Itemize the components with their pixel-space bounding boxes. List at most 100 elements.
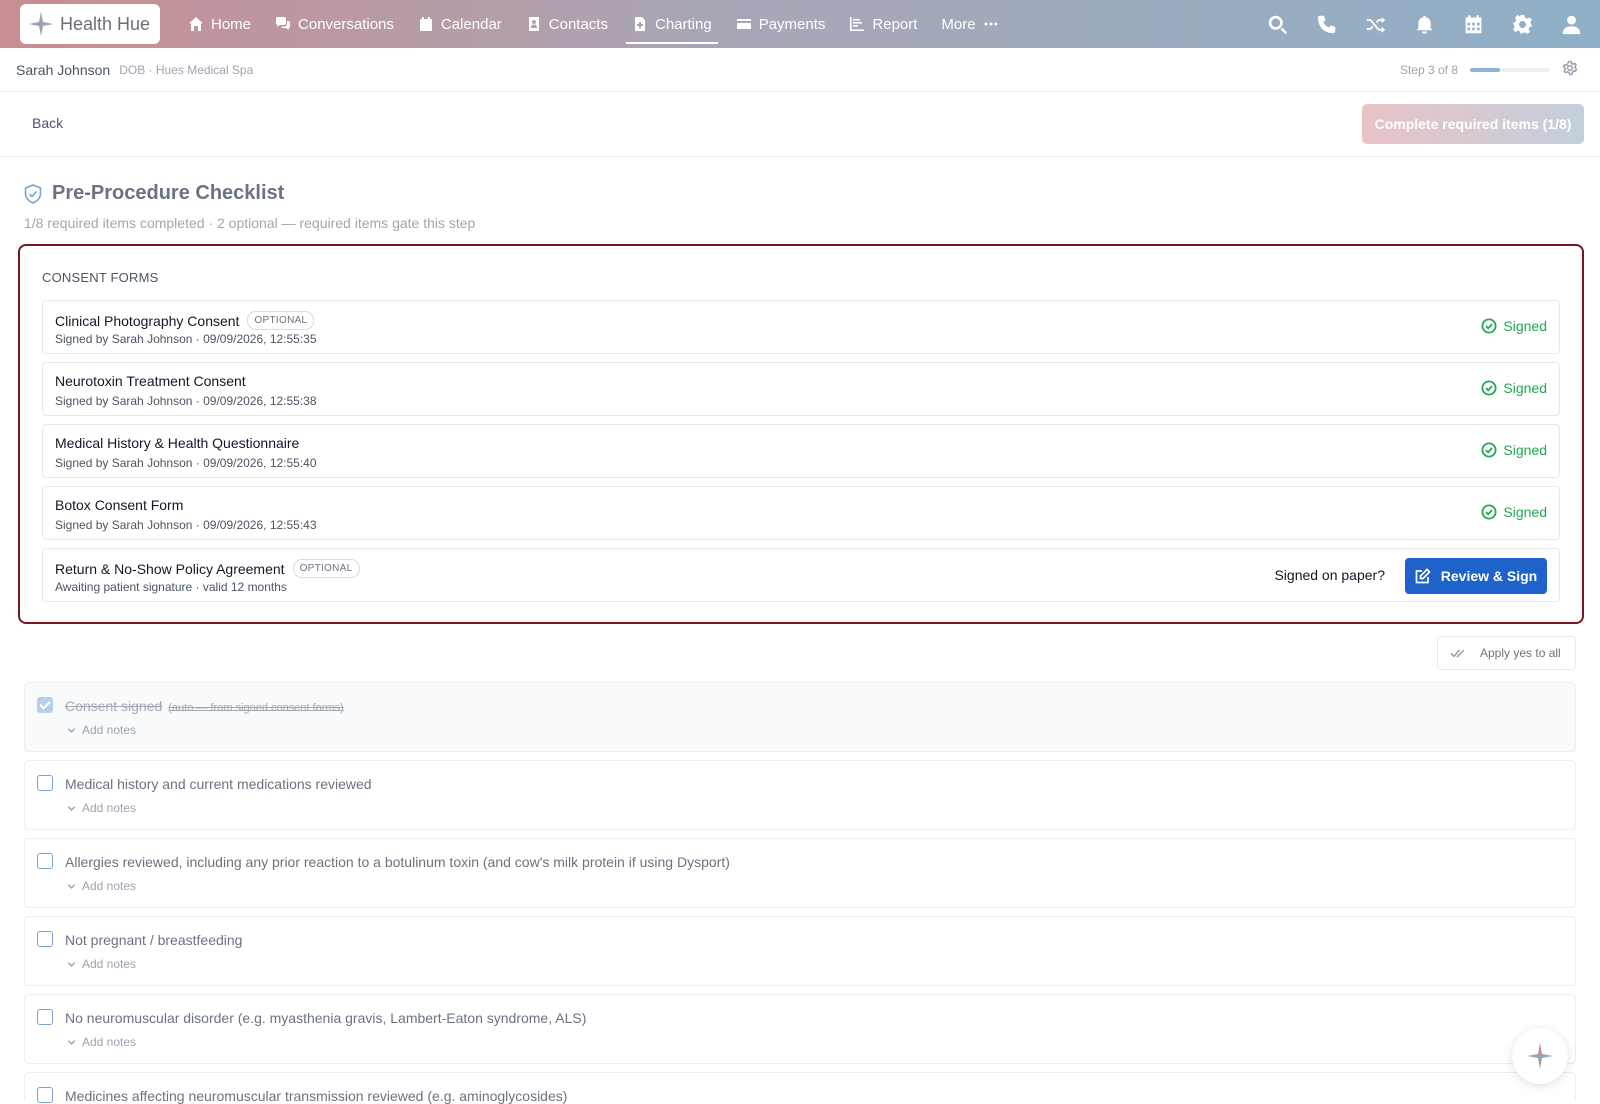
consent-form-title: Return & No-Show Policy Agreement: [55, 560, 285, 577]
consent-form-row[interactable]: Neurotoxin Treatment Consent Signed by S…: [42, 362, 1560, 416]
nav-calendar[interactable]: Calendar: [406, 0, 514, 48]
checklist-item: No neuromuscular disorder (e.g. myasthen…: [24, 994, 1576, 1064]
consent-form-row[interactable]: Botox Consent Form Signed by Sarah Johns…: [42, 486, 1560, 540]
add-notes-label: Add notes: [82, 1035, 137, 1049]
chat-icon: [276, 17, 291, 30]
step-progress-fill: [1470, 68, 1500, 72]
signed-status: Signed: [1481, 504, 1547, 520]
nav-contacts[interactable]: Contacts: [514, 0, 620, 48]
patient-name: Sarah Johnson: [16, 61, 111, 78]
patient-bar: Sarah Johnson DOB · Hues Medical Spa Ste…: [0, 48, 1600, 92]
consent-form-row[interactable]: Clinical Photography Consent OPTIONAL Sig…: [42, 300, 1560, 354]
checklist-item-label: Medicines affecting neuromuscular transm…: [65, 1088, 568, 1104]
chevron-down-icon: [67, 805, 76, 811]
checklist-checkbox[interactable]: [37, 931, 53, 947]
nav-more-label: More: [941, 15, 976, 33]
complete-required-button[interactable]: Complete required items (1/8): [1362, 104, 1584, 144]
assistant-fab[interactable]: [1512, 1028, 1568, 1084]
chart-icon: [850, 17, 865, 31]
double-check-icon: [1450, 649, 1465, 658]
signed-label: Signed: [1503, 380, 1547, 396]
brand-logo[interactable]: Health Hue: [20, 4, 160, 44]
calendar-icon: [419, 17, 432, 31]
optional-badge: OPTIONAL: [292, 559, 360, 578]
shield-check-icon: [24, 183, 42, 204]
nav-home[interactable]: Home: [176, 0, 263, 48]
card-icon: [736, 19, 751, 29]
step-progress-bar: [1470, 68, 1550, 72]
apply-yes-to-all-button[interactable]: Apply yes to all: [1437, 636, 1576, 670]
nav-conversations[interactable]: Conversations: [263, 0, 406, 48]
consent-form-subtext: Signed by Sarah Johnson · 09/09/2026, 12…: [55, 332, 317, 346]
contact-icon: [528, 17, 539, 31]
add-notes-label: Add notes: [82, 801, 137, 815]
settings-gear-icon: [1562, 60, 1578, 75]
nav-charting[interactable]: Charting: [620, 0, 724, 48]
add-notes-toggle[interactable]: Add notes: [67, 1035, 136, 1049]
checklist-checkbox[interactable]: [37, 1009, 53, 1025]
checklist-item-label: Consent signed: [65, 698, 163, 714]
add-notes-toggle[interactable]: Add notes: [67, 957, 136, 971]
checklist-item: Consent signed (auto — from signed consen…: [24, 682, 1576, 752]
consent-form-row[interactable]: Medical History & Health Questionnaire S…: [42, 424, 1560, 478]
apply-yes-to-all-label: Apply yes to all: [1480, 646, 1561, 660]
checklist-checkbox[interactable]: [37, 853, 53, 869]
consent-form-row[interactable]: Return & No-Show Policy Agreement OPTIONA…: [42, 548, 1560, 602]
gear-icon[interactable]: [1512, 14, 1533, 35]
nav-report[interactable]: Report: [837, 0, 929, 48]
more-icon: [984, 22, 998, 26]
phone-icon[interactable]: [1316, 14, 1337, 35]
consent-form-subtext: Signed by Sarah Johnson · 09/09/2026, 12…: [55, 394, 317, 408]
checklist-item: Not pregnant / breastfeeding Add notes: [24, 916, 1576, 986]
logo-mark-icon: [29, 12, 53, 36]
add-notes-toggle[interactable]: Add notes: [67, 801, 136, 815]
signed-status: Signed: [1481, 380, 1547, 396]
checklist-item: Medicines affecting neuromuscular transm…: [24, 1072, 1576, 1104]
nav-report-label: Report: [872, 15, 918, 33]
checklist-checkbox[interactable]: [37, 775, 53, 791]
back-button[interactable]: Back: [32, 115, 63, 131]
add-notes-label: Add notes: [82, 723, 137, 737]
page-title: Pre-Procedure Checklist: [52, 182, 285, 204]
checklist-item-label: Allergies reviewed, including any prior …: [65, 854, 730, 870]
nav-payments[interactable]: Payments: [724, 0, 838, 48]
home-icon: [189, 17, 203, 31]
step-indicator: Step 3 of 8: [1399, 63, 1458, 77]
user-icon[interactable]: [1561, 14, 1582, 35]
shuffle-icon[interactable]: [1365, 14, 1386, 35]
checklist-checkbox[interactable]: [37, 697, 53, 713]
consent-forms-heading: CONSENT FORMS: [42, 270, 159, 285]
consent-form-subtext: Awaiting patient signature · valid 12 mo…: [55, 580, 287, 594]
check-circle-icon: [1481, 380, 1497, 396]
add-notes-toggle[interactable]: Add notes: [67, 879, 136, 893]
checklist-item-note: (auto — from signed consent forms): [168, 702, 344, 714]
review-and-sign-label: Review & Sign: [1440, 568, 1538, 584]
nav-charting-label: Charting: [654, 15, 712, 33]
check-circle-icon: [1481, 504, 1497, 520]
add-notes-toggle[interactable]: Add notes: [67, 723, 136, 737]
signed-label: Signed: [1503, 504, 1547, 520]
search-icon[interactable]: [1267, 14, 1288, 35]
nav-home-label: Home: [211, 15, 252, 33]
checklist-item-label: No neuromuscular disorder (e.g. myasthen…: [65, 1010, 587, 1026]
consent-form-subtext: Signed by Sarah Johnson · 09/09/2026, 12…: [55, 518, 317, 532]
signed-status: Signed: [1481, 442, 1547, 458]
checklist-checkbox[interactable]: [37, 1087, 53, 1103]
checklist-title-row: Pre-Procedure Checklist: [24, 182, 284, 205]
checklist-item-label: Not pregnant / breastfeeding: [65, 932, 243, 948]
consent-form-subtext: Signed by Sarah Johnson · 09/09/2026, 12…: [55, 456, 317, 470]
calendar-grid-icon[interactable]: [1463, 14, 1484, 35]
consent-form-title: Neurotoxin Treatment Consent: [55, 373, 246, 389]
consent-forms-card: CONSENT FORMS Clinical Photography Conse…: [18, 244, 1584, 624]
review-and-sign-button[interactable]: Review & Sign: [1405, 558, 1547, 594]
sparkle-icon: [1527, 1043, 1553, 1069]
nav-more[interactable]: More: [929, 0, 1010, 48]
nav-contacts-label: Contacts: [548, 15, 608, 33]
add-notes-label: Add notes: [82, 879, 137, 893]
settings-small[interactable]: [1562, 60, 1578, 81]
nav-calendar-label: Calendar: [440, 15, 502, 33]
signed-on-paper-toggle[interactable]: Signed on paper?: [1274, 567, 1385, 583]
bell-icon[interactable]: [1414, 14, 1435, 35]
checklist-item: Medical history and current medications …: [24, 760, 1576, 830]
document-icon: [634, 17, 645, 31]
